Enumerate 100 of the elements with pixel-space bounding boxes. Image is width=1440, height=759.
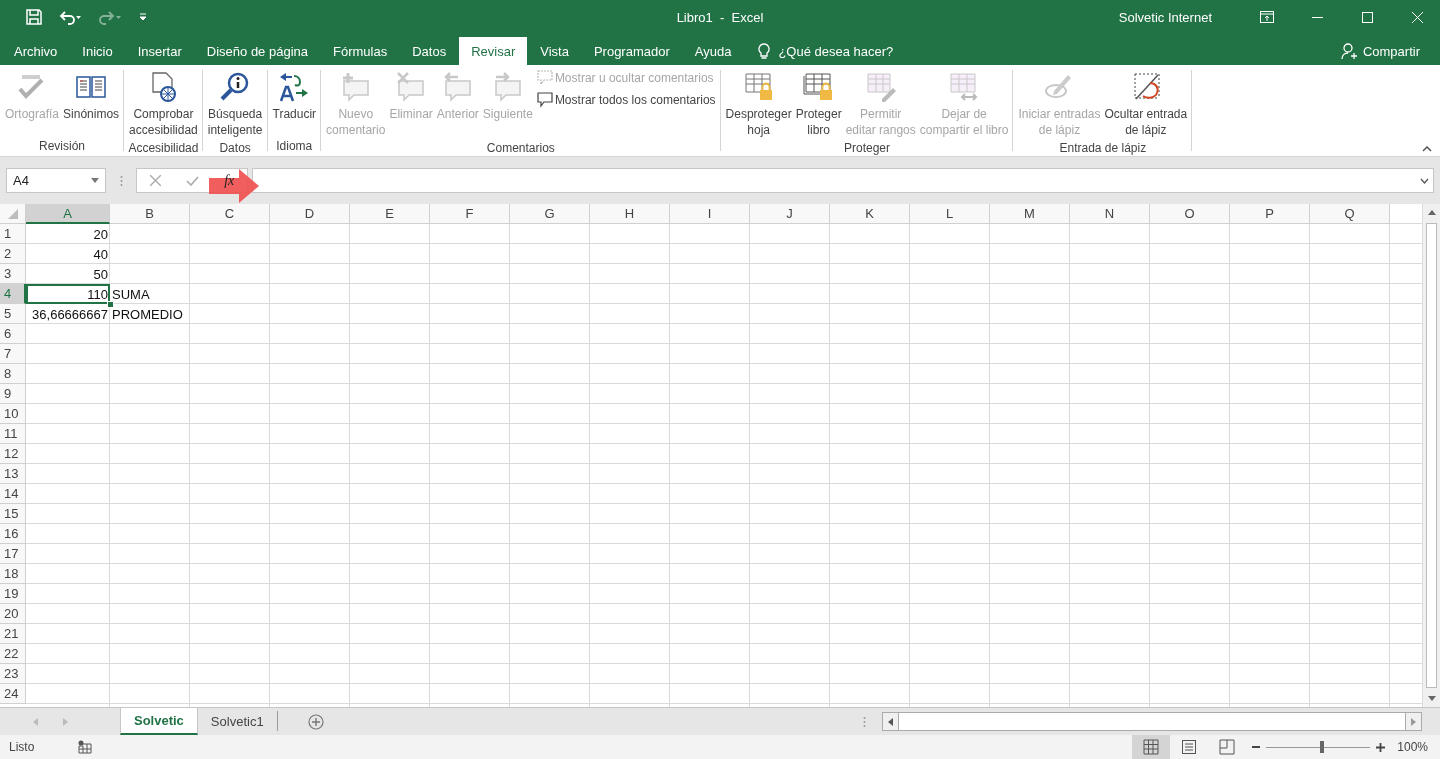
vertical-scrollbar[interactable]: [1422, 204, 1440, 707]
column-header[interactable]: D: [270, 204, 350, 224]
row-header[interactable]: 6: [0, 324, 26, 344]
row-header[interactable]: 18: [0, 564, 26, 584]
ribbon-button[interactable]: Desproteger hoja: [723, 69, 794, 140]
column-header[interactable]: Q: [1310, 204, 1390, 224]
row-header[interactable]: 16: [0, 524, 26, 544]
row-header[interactable]: 3: [0, 264, 26, 284]
zoom-thumb[interactable]: [1320, 741, 1325, 753]
ribbon-button[interactable]: Proteger libro: [793, 69, 844, 140]
share-button[interactable]: Compartir: [1334, 37, 1426, 65]
ribbon-button[interactable]: Mostrar todos los comentarios: [534, 91, 718, 109]
row-header[interactable]: 2: [0, 244, 26, 264]
save-icon: [26, 9, 42, 25]
column-header[interactable]: K: [830, 204, 910, 224]
column-header[interactable]: O: [1150, 204, 1230, 224]
sheet-tab[interactable]: Solvetic1: [197, 711, 278, 731]
ribbon-button[interactable]: Sinónimos: [61, 69, 122, 124]
scroll-right-icon: [1411, 717, 1416, 726]
column-header[interactable]: G: [510, 204, 590, 224]
column-header[interactable]: L: [910, 204, 990, 224]
row-header[interactable]: 12: [0, 444, 26, 464]
cell-value[interactable]: 20: [26, 224, 110, 244]
row-header[interactable]: 20: [0, 604, 26, 624]
column-header[interactable]: H: [590, 204, 670, 224]
collapse-ribbon-button[interactable]: [1422, 146, 1432, 152]
row-header[interactable]: 22: [0, 644, 26, 664]
column-header[interactable]: M: [990, 204, 1070, 224]
ribbon-tab[interactable]: Insertar: [125, 37, 194, 65]
ribbon-tab[interactable]: Programador: [581, 37, 682, 65]
window-title: Libro1 - Excel: [676, 9, 764, 25]
ribbon-tab[interactable]: Diseño de página: [194, 37, 320, 65]
row-header[interactable]: 15: [0, 504, 26, 524]
caret-icon: [138, 12, 148, 22]
tell-me-field[interactable]: ¿Qué desea hacer?: [758, 37, 894, 65]
column-header[interactable]: E: [350, 204, 430, 224]
row-header[interactable]: 7: [0, 344, 26, 364]
column-header[interactable]: P: [1230, 204, 1310, 224]
close-icon: [1411, 11, 1423, 23]
group-label: Entrada de lápiz: [1059, 140, 1147, 156]
group-label: Idioma: [276, 138, 313, 155]
row-header[interactable]: 1: [0, 224, 26, 244]
row-header[interactable]: 8: [0, 364, 26, 384]
row-header[interactable]: 5: [0, 304, 26, 324]
row-header[interactable]: 17: [0, 544, 26, 564]
ribbon-tab[interactable]: Ayuda: [682, 37, 744, 65]
row-header[interactable]: 21: [0, 624, 26, 644]
column-header[interactable]: I: [670, 204, 750, 224]
row-header[interactable]: 19: [0, 584, 26, 604]
row-header[interactable]: 9: [0, 384, 26, 404]
column-header[interactable]: F: [430, 204, 510, 224]
ribbon-tab[interactable]: Vista: [528, 37, 581, 65]
group-label: Datos: [219, 140, 251, 156]
row-header[interactable]: 13: [0, 464, 26, 484]
fill-handle[interactable]: [107, 301, 114, 308]
caret-left-icon: [32, 717, 38, 726]
ribbon-tab[interactable]: Archivo: [2, 37, 70, 65]
horizontal-scrollbar[interactable]: [882, 712, 1422, 731]
cell-text[interactable]: SUMA: [110, 284, 190, 304]
column-header[interactable]: A: [26, 204, 110, 224]
comment-icon: [536, 92, 553, 108]
cell-value[interactable]: 110: [26, 284, 110, 304]
column-header[interactable]: J: [750, 204, 830, 224]
row-header[interactable]: 10: [0, 404, 26, 424]
row-header[interactable]: 24: [0, 684, 26, 704]
macro-record-icon[interactable]: [78, 740, 93, 754]
view-button[interactable]: [1132, 735, 1171, 759]
caret-down-icon: [91, 178, 99, 183]
plus-circle-icon: [307, 713, 324, 730]
minimize-icon: [1311, 16, 1323, 18]
ribbon-display-icon: [1260, 11, 1274, 23]
minus-icon: [1252, 746, 1261, 748]
ribbon-tab[interactable]: Revisar: [459, 37, 528, 65]
grip-icon: [119, 174, 123, 187]
ribbon-button[interactable]: Traducir: [270, 69, 319, 124]
group-label: Accesibilidad: [128, 140, 199, 156]
ribbon-tab[interactable]: Fórmulas: [321, 37, 400, 65]
cell-value[interactable]: 36,66666667: [26, 304, 110, 324]
column-header[interactable]: B: [110, 204, 190, 224]
ribbon-tab[interactable]: Datos: [400, 37, 459, 65]
cell-text[interactable]: PROMEDIO: [110, 304, 190, 324]
ribbon-button[interactable]: Comprobar accesibilidad: [127, 69, 200, 140]
row-header[interactable]: 11: [0, 424, 26, 444]
cell-value[interactable]: 40: [26, 244, 110, 264]
name-box[interactable]: A4: [6, 168, 106, 193]
cell-value[interactable]: 50: [26, 264, 110, 284]
column-header[interactable]: C: [190, 204, 270, 224]
row-header[interactable]: 4: [0, 284, 26, 304]
zoom-level[interactable]: 100%: [1397, 735, 1428, 759]
column-header[interactable]: N: [1070, 204, 1150, 224]
formula-input[interactable]: [252, 168, 1434, 193]
row-header[interactable]: 14: [0, 484, 26, 504]
row-header[interactable]: 23: [0, 664, 26, 684]
user-name: Solvetic Internet: [1118, 9, 1212, 25]
workbook-lock-icon: [802, 71, 835, 103]
grid-pencil-icon: [864, 71, 897, 103]
sheet-tab[interactable]: Solvetic: [120, 708, 198, 735]
ribbon-button[interactable]: Búsqueda inteligente: [205, 69, 265, 140]
ribbon-button[interactable]: Ocultar entrada de lápiz: [1102, 69, 1190, 140]
ribbon-tab[interactable]: Inicio: [70, 37, 125, 65]
